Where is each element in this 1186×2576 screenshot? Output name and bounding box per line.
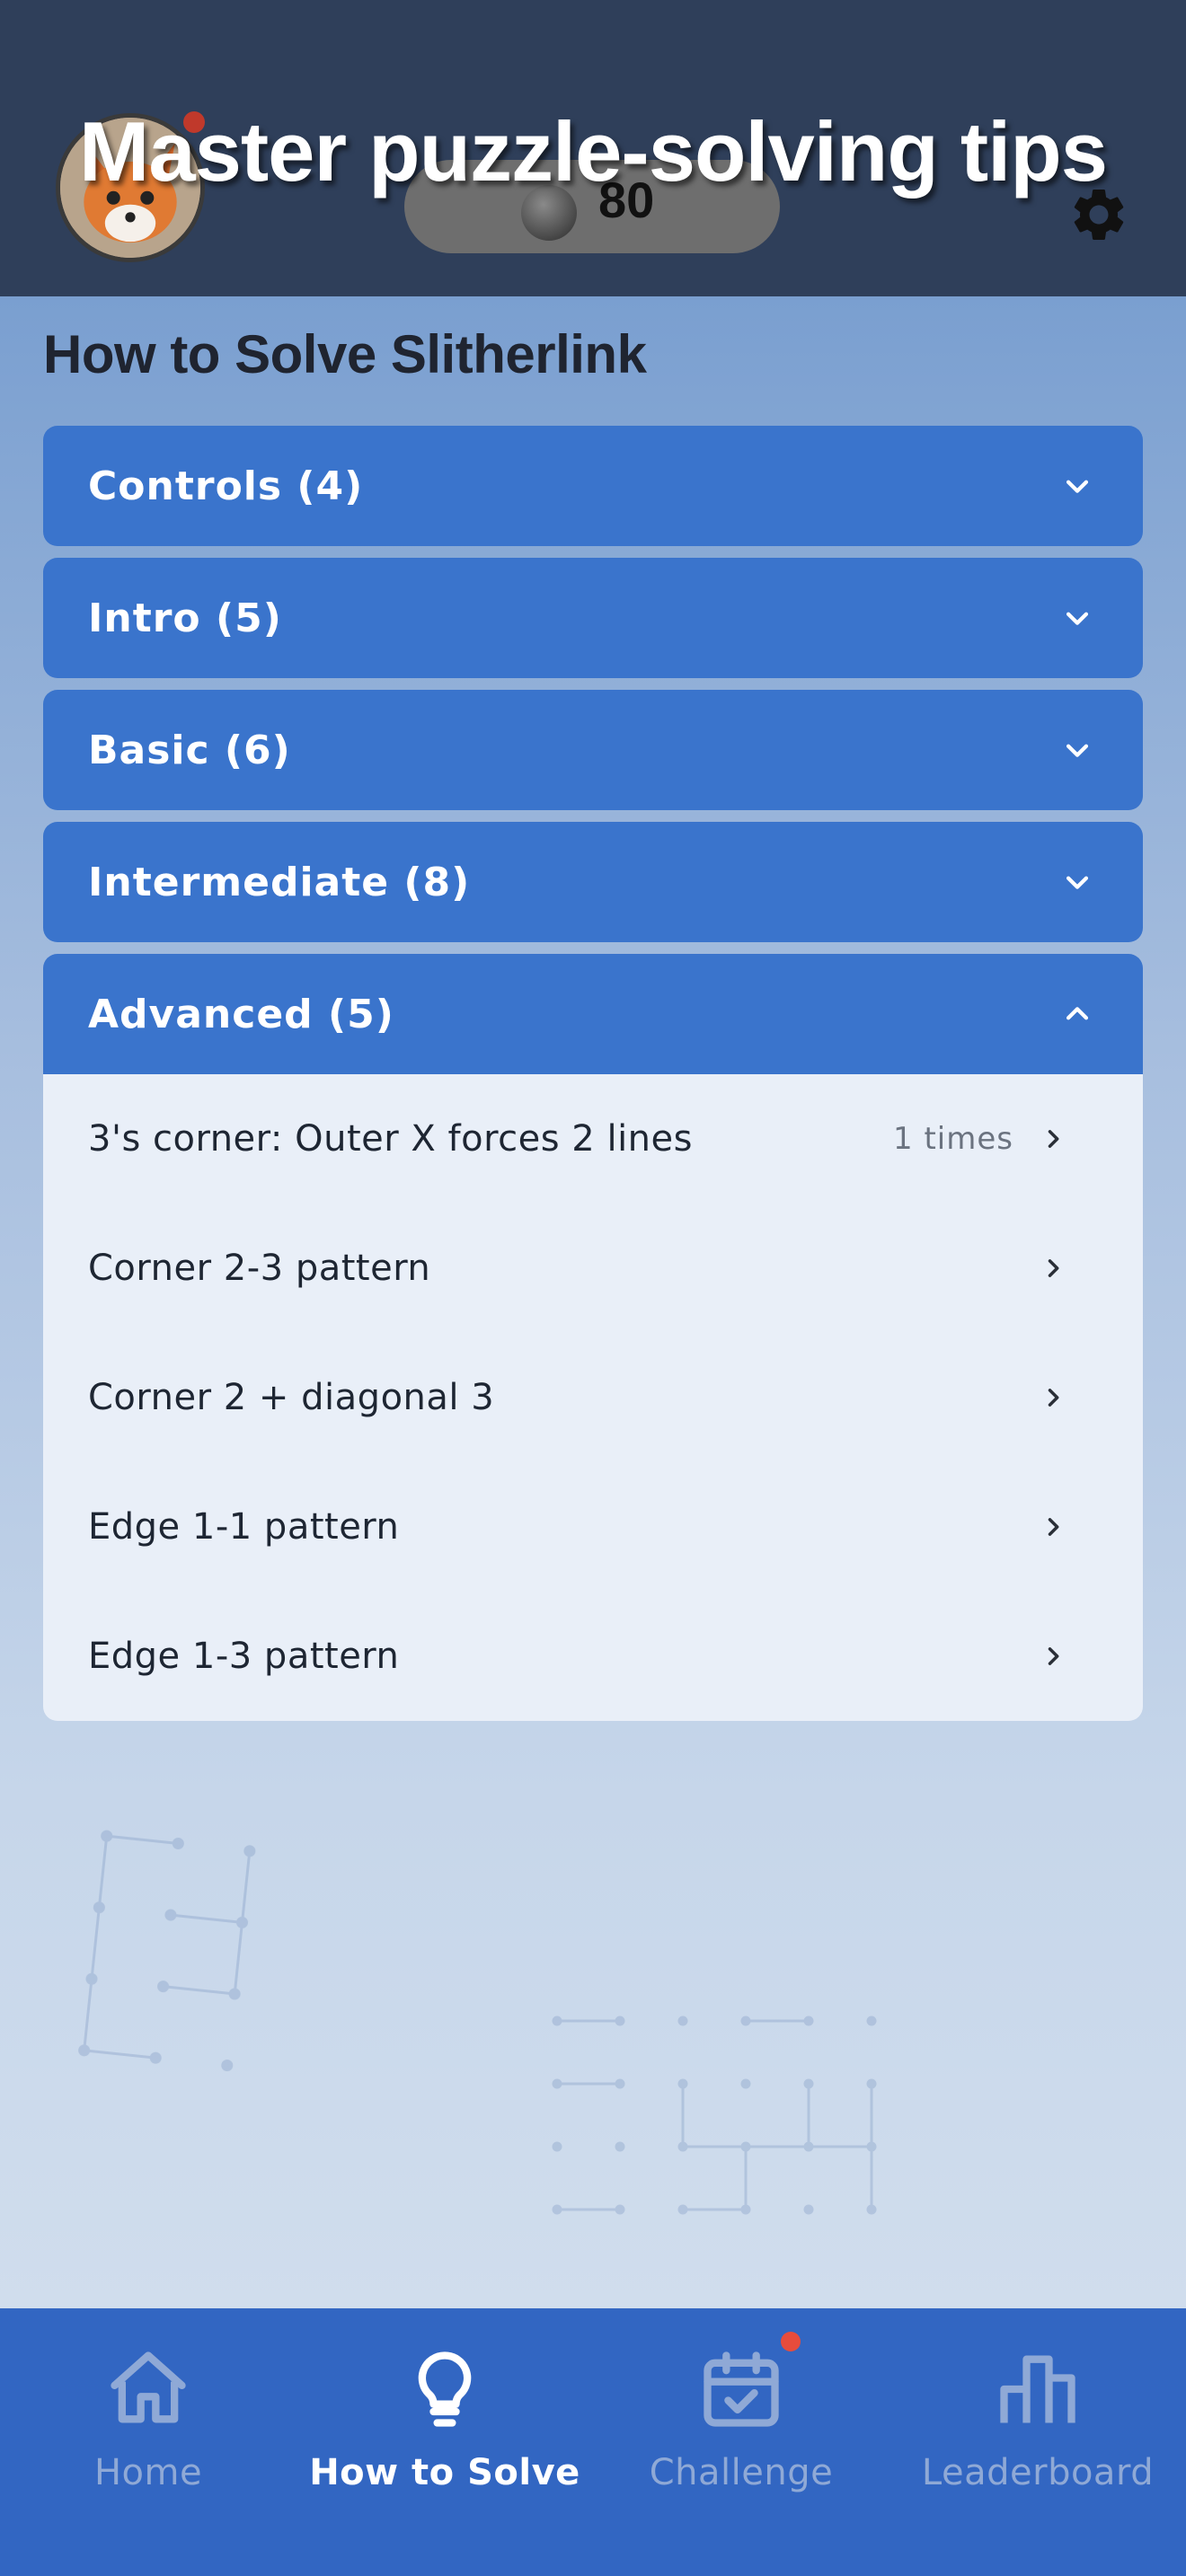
item-label: Corner 2 + diagonal 3 [88, 1377, 495, 1418]
section-advanced[interactable]: Advanced (5) 3's corner: Outer X forces … [43, 954, 1143, 1721]
nav-label: Leaderboard [921, 2452, 1155, 2493]
section-label: Controls (4) [88, 463, 364, 509]
nav-label: How to Solve [309, 2452, 580, 2493]
item-label: Edge 1-3 pattern [88, 1636, 400, 1677]
calendar-check-icon [704, 2351, 779, 2427]
section-intro[interactable]: Intro (5) [43, 558, 1143, 678]
nav-item-home[interactable]: Home [0, 2308, 296, 2576]
list-item[interactable]: 3's corner: Outer X forces 2 lines 1 tim… [43, 1074, 1143, 1204]
chevron-down-icon [1066, 744, 1089, 757]
chevron-down-icon [1066, 480, 1089, 493]
list-item[interactable]: Corner 2 + diagonal 3 [43, 1333, 1143, 1462]
view-count: 1 times [893, 1121, 1013, 1157]
section-label: Intro (5) [88, 595, 282, 641]
item-label: Corner 2-3 pattern [88, 1248, 431, 1289]
challenge-notification-dot [781, 2332, 801, 2351]
section-label: Advanced (5) [88, 991, 394, 1037]
chevron-down-icon [1066, 612, 1089, 625]
nav-item-challenge[interactable]: Challenge [593, 2308, 890, 2576]
tip-banner-title: Master puzzle-solving tips [79, 104, 1108, 198]
nav-label: Challenge [649, 2452, 834, 2493]
advanced-item-list: 3's corner: Outer X forces 2 lines 1 tim… [43, 1074, 1143, 1721]
bottom-nav: Home How to Solve Challenge Leaderboard [0, 2308, 1186, 2576]
nav-item-how-to-solve[interactable]: How to Solve [296, 2308, 593, 2576]
section-label: Intermediate (8) [88, 859, 471, 905]
list-item[interactable]: Edge 1-1 pattern [43, 1462, 1143, 1592]
lightbulb-icon [418, 2351, 472, 2427]
item-label: Edge 1-1 pattern [88, 1506, 400, 1548]
section-basic[interactable]: Basic (6) [43, 690, 1143, 810]
section-header-intermediate[interactable]: Intermediate (8) [43, 822, 1143, 942]
item-label: 3's corner: Outer X forces 2 lines [88, 1118, 693, 1160]
list-item[interactable]: Edge 1-3 pattern [43, 1592, 1143, 1721]
chevron-down-icon [1066, 876, 1089, 889]
page-title: How to Solve Slitherlink [43, 324, 647, 384]
nav-item-leaderboard[interactable]: Leaderboard [890, 2308, 1186, 2576]
chevron-right-icon [1048, 1259, 1059, 1277]
chevron-right-icon [1048, 1518, 1059, 1536]
bar-chart-icon [1000, 2355, 1075, 2423]
section-controls[interactable]: Controls (4) [43, 426, 1143, 546]
section-header-advanced[interactable]: Advanced (5) [43, 954, 1143, 1074]
chevron-up-icon [1066, 1007, 1089, 1020]
home-icon [111, 2351, 186, 2423]
section-label: Basic (6) [88, 727, 291, 773]
section-header-controls[interactable]: Controls (4) [43, 426, 1143, 546]
section-header-basic[interactable]: Basic (6) [43, 690, 1143, 810]
section-intermediate[interactable]: Intermediate (8) [43, 822, 1143, 942]
gear-icon[interactable] [1067, 183, 1130, 246]
section-header-intro[interactable]: Intro (5) [43, 558, 1143, 678]
chevron-right-icon [1048, 1130, 1059, 1148]
nav-label: Home [93, 2452, 203, 2493]
chevron-right-icon [1048, 1389, 1059, 1407]
chevron-right-icon [1048, 1647, 1059, 1665]
list-item[interactable]: Corner 2-3 pattern [43, 1204, 1143, 1333]
